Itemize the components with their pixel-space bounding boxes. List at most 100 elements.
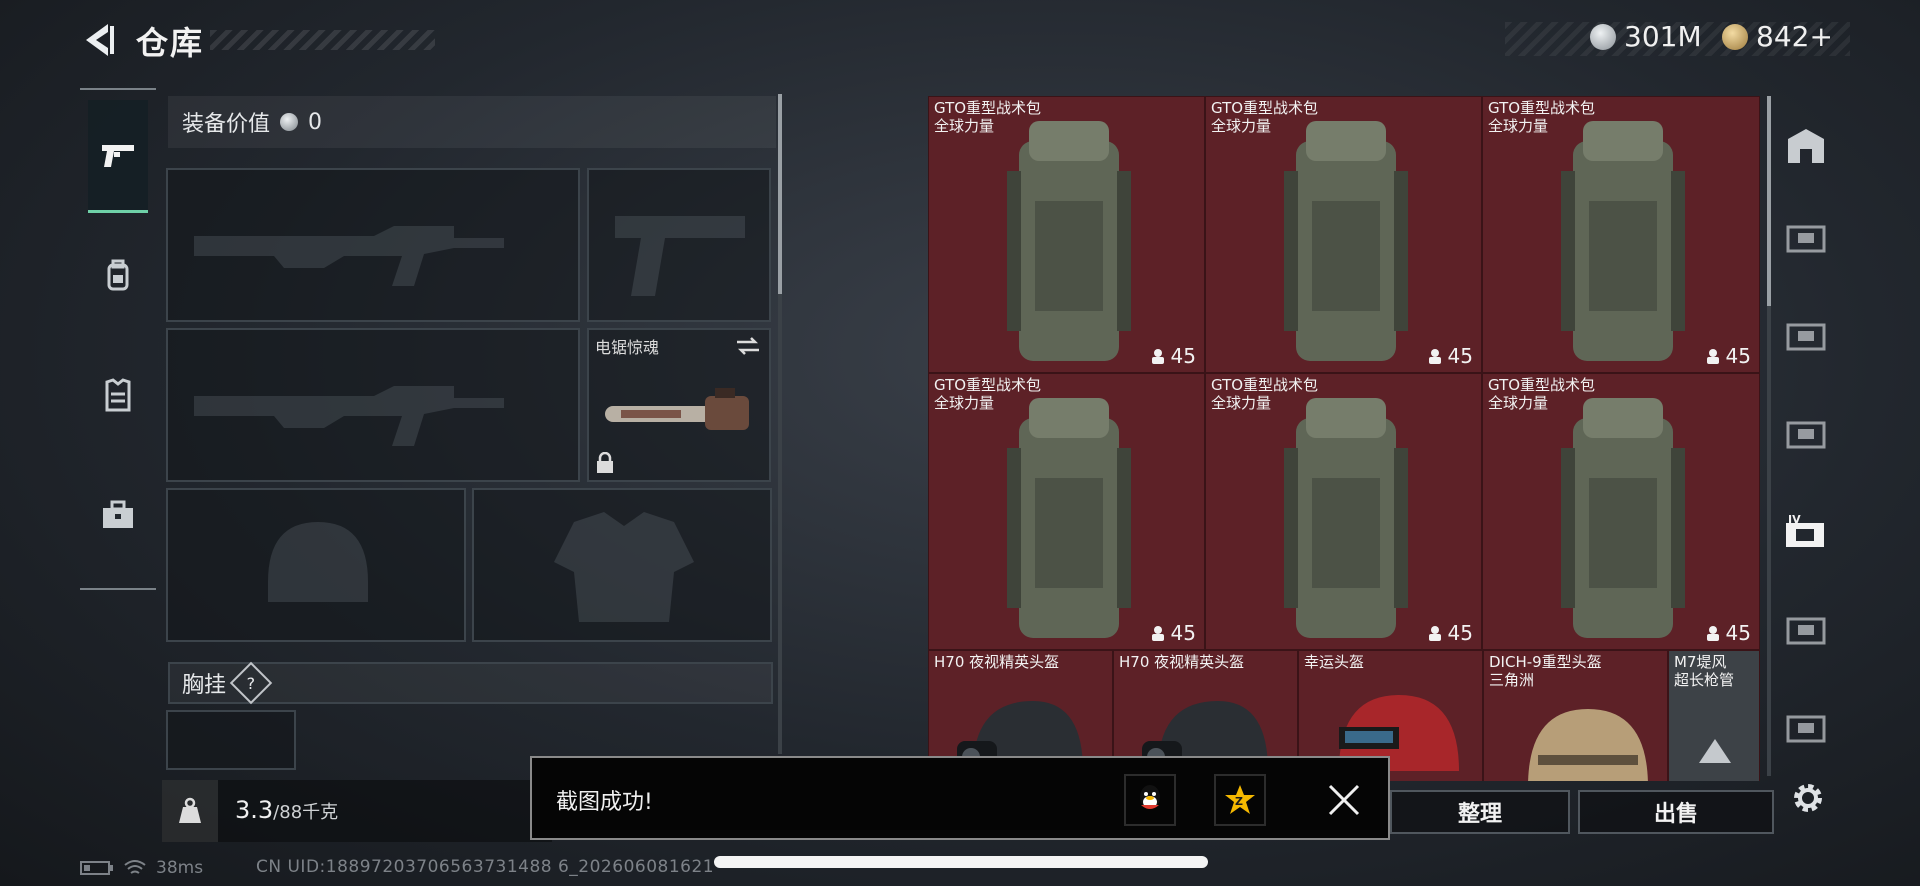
- tab-vest[interactable]: [88, 340, 148, 450]
- rail-vault[interactable]: [1780, 120, 1832, 172]
- secondary-weapon-slot[interactable]: [166, 328, 580, 482]
- sort-button[interactable]: 整理: [1390, 790, 1570, 834]
- capacity-icon: [1428, 349, 1441, 364]
- melee-slot[interactable]: 电锯惊魂: [587, 328, 771, 482]
- help-mark: ?: [246, 673, 256, 693]
- capacity-icon: [1706, 626, 1719, 641]
- lock-icon: [597, 452, 613, 473]
- melee-name: 电锯惊魂: [595, 338, 660, 357]
- primary-weapon-slot[interactable]: [166, 168, 580, 322]
- capacity-icon: [1151, 626, 1164, 641]
- item-name: H70 夜视精英头盔: [1119, 653, 1245, 671]
- currency-secondary[interactable]: 842+: [1722, 20, 1833, 53]
- item-tag: 全球力量: [1488, 117, 1549, 135]
- weight-icon: [179, 797, 201, 823]
- loadout-scroll-thumb[interactable]: [778, 94, 782, 294]
- toolbox-icon: [103, 500, 133, 528]
- rail-case-1[interactable]: [1780, 212, 1832, 264]
- chest-rig-slot[interactable]: [166, 710, 296, 770]
- ping-text: 38ms: [156, 858, 204, 878]
- svg-text:IV: IV: [1788, 513, 1801, 526]
- gear-icon: [1794, 784, 1822, 812]
- share-qq-button[interactable]: [1124, 774, 1176, 826]
- status-bar: 38ms: [80, 858, 203, 878]
- equipment-value-label: 装备价值: [182, 112, 271, 137]
- backpack-image: [1284, 398, 1408, 638]
- uid-text: CN UID:18897203706563731488 6_2026060816…: [256, 857, 715, 877]
- help-icon[interactable]: ?: [229, 661, 273, 705]
- item-name: H70 夜视精英头盔: [934, 653, 1060, 671]
- currency-secondary-value: 842+: [1756, 20, 1833, 53]
- armor-silhouette-icon: [554, 512, 694, 622]
- chest-rig-header[interactable]: 胸挂 ?: [168, 661, 773, 705]
- item-name: 幸运头盔: [1304, 653, 1365, 671]
- back-button[interactable]: [80, 20, 120, 60]
- vault-icon: [1788, 129, 1824, 163]
- weight-bar: [162, 780, 552, 842]
- tab-weapons[interactable]: [88, 100, 148, 213]
- backpack-image: [1007, 121, 1131, 361]
- rifle-silhouette-icon: [194, 386, 504, 446]
- tab-backpack[interactable]: [88, 220, 148, 330]
- backpack-image: [1007, 398, 1131, 638]
- item-name: M7堤风: [1674, 653, 1727, 671]
- svg-text:Z: Z: [1235, 795, 1243, 808]
- case-icon: [1786, 617, 1826, 645]
- swap-icon[interactable]: [735, 336, 761, 356]
- rail-case-4[interactable]: [1780, 604, 1832, 656]
- case-icon: [1786, 225, 1826, 253]
- armor-slot[interactable]: [472, 488, 772, 642]
- item-quantity: 45: [1447, 344, 1473, 368]
- close-button[interactable]: [1322, 778, 1366, 822]
- backpack-image: [1561, 398, 1685, 638]
- close-icon: [1328, 784, 1360, 816]
- case-icon: [1786, 421, 1826, 449]
- currency-primary[interactable]: 301M: [1590, 20, 1702, 53]
- stash-item-backpack[interactable]: GTO重型战术包 全球力量 45: [1205, 373, 1482, 650]
- item-tag: 超长枪管: [1674, 671, 1735, 689]
- rail-case-2[interactable]: [1780, 310, 1832, 362]
- share-qzone-button[interactable]: Z: [1214, 774, 1266, 826]
- item-tag: 全球力量: [1488, 394, 1549, 412]
- stash-item-barrel[interactable]: M7堤风 超长枪管: [1668, 650, 1760, 781]
- rail-case-3[interactable]: [1780, 408, 1832, 460]
- item-quantity: 45: [1447, 621, 1473, 645]
- stash-item-backpack[interactable]: GTO重型战术包 全球力量 45: [1482, 96, 1760, 373]
- battery-icon: [80, 861, 113, 875]
- item-name: DICH-9重型头盔: [1489, 653, 1602, 671]
- rail-case-5[interactable]: [1780, 702, 1832, 754]
- stash-grid: GTO重型战术包 全球力量 45 GTO重型战术包 全球力量 45 GTO重型战术包…: [928, 96, 1760, 781]
- screenshot-toast: 截图成功! Z: [530, 756, 1390, 840]
- heavy-helmet-image: [1528, 709, 1648, 781]
- stash-item-backpack[interactable]: GTO重型战术包 全球力量 45: [1482, 373, 1760, 650]
- settings-button[interactable]: [1784, 774, 1832, 822]
- vest-icon: [105, 378, 131, 412]
- case-icon: [1786, 323, 1826, 351]
- chest-rig-label: 胸挂: [182, 673, 227, 698]
- item-quantity: 45: [1170, 621, 1196, 645]
- backpack-icon: [107, 259, 129, 291]
- stash-item-helmet[interactable]: DICH-9重型头盔 三角洲: [1483, 650, 1668, 781]
- backpack-image: [1561, 121, 1685, 361]
- stash-item-backpack[interactable]: GTO重型战术包 全球力量 45: [1205, 96, 1482, 373]
- sell-button[interactable]: 出售: [1578, 790, 1774, 834]
- stash-scroll-thumb[interactable]: [1767, 96, 1771, 306]
- equipment-value-amount: 0: [308, 109, 323, 135]
- tab-supplies[interactable]: [88, 460, 148, 570]
- home-indicator[interactable]: [714, 856, 1208, 868]
- item-tag: 全球力量: [934, 394, 995, 412]
- gold-coin-icon: [1722, 23, 1748, 50]
- rail-case-iv[interactable]: IV: [1780, 506, 1832, 558]
- backpack-image: [1284, 121, 1408, 361]
- capacity-icon: [1706, 349, 1719, 364]
- case-iv-icon: IV: [1786, 513, 1824, 547]
- stash-item-backpack[interactable]: GTO重型战术包 全球力量 45: [928, 96, 1205, 373]
- weight-capacity: /88千克: [273, 802, 339, 823]
- pistol-slot[interactable]: [587, 168, 771, 322]
- helmet-slot[interactable]: [166, 488, 466, 642]
- stash-page-rail: IV: [1780, 96, 1832, 776]
- stash-item-backpack[interactable]: GTO重型战术包 全球力量 45: [928, 373, 1205, 650]
- qzone-icon: Z: [1225, 785, 1255, 814]
- chainsaw-image: [605, 388, 749, 430]
- helmet-silhouette-icon: [268, 522, 368, 602]
